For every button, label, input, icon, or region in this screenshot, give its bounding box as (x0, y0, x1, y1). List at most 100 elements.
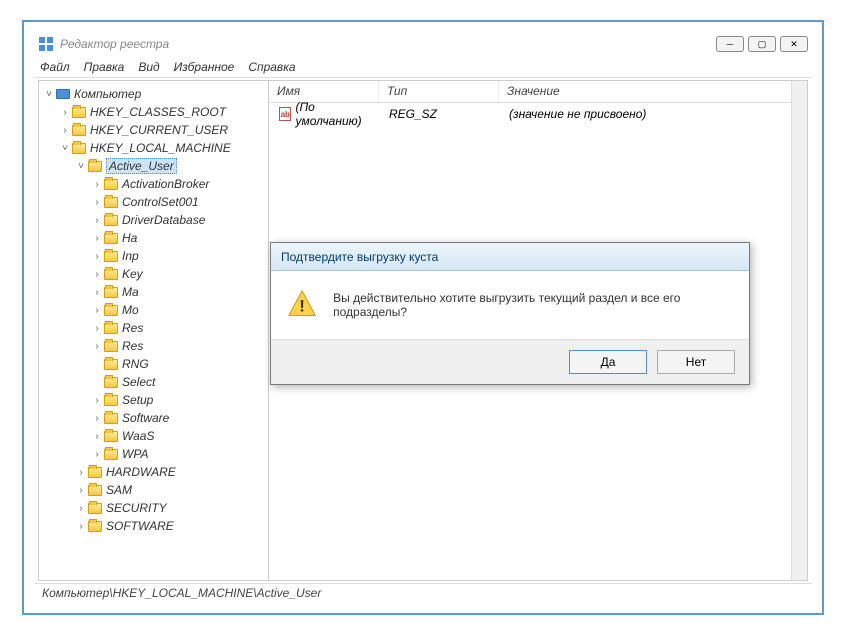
chevron-right-icon[interactable]: › (75, 521, 87, 532)
chevron-right-icon[interactable]: › (91, 341, 103, 352)
window-title: Редактор реестра (60, 37, 716, 51)
tree-node[interactable]: ›Res (39, 337, 268, 355)
dialog-body: ! Вы действительно хотите выгрузить теку… (271, 271, 749, 339)
tree-node-software[interactable]: ›SOFTWARE (39, 517, 268, 535)
folder-icon (87, 483, 103, 497)
chevron-right-icon[interactable]: › (75, 467, 87, 478)
chevron-down-icon[interactable]: ˅ (43, 89, 55, 100)
tree-node-hkcr[interactable]: ›HKEY_CLASSES_ROOT (39, 103, 268, 121)
folder-icon (103, 393, 119, 407)
statusbar: Компьютер\HKEY_LOCAL_MACHINE\Active_User (34, 583, 812, 603)
chevron-right-icon[interactable]: › (91, 197, 103, 208)
chevron-down-icon[interactable]: ˅ (59, 143, 71, 154)
tree-node[interactable]: ›Key (39, 265, 268, 283)
chevron-right-icon[interactable]: › (91, 287, 103, 298)
tree-node[interactable]: ›Mo (39, 301, 268, 319)
close-button[interactable]: ✕ (780, 36, 808, 52)
dialog-message: Вы действительно хотите выгрузить текущи… (333, 291, 733, 319)
folder-icon (103, 213, 119, 227)
tree-node-sam[interactable]: ›SAM (39, 481, 268, 499)
tree-node-computer[interactable]: ˅ Компьютер (39, 85, 268, 103)
folder-icon (103, 321, 119, 335)
chevron-right-icon[interactable]: › (91, 395, 103, 406)
col-header-value[interactable]: Значение (499, 81, 807, 102)
chevron-right-icon[interactable]: › (75, 503, 87, 514)
folder-icon (87, 159, 103, 173)
menu-favorites[interactable]: Избранное (174, 60, 235, 74)
menu-edit[interactable]: Правка (84, 60, 125, 74)
maximize-button[interactable]: ▢ (748, 36, 776, 52)
tree-node[interactable]: ›WPA (39, 445, 268, 463)
folder-icon (103, 231, 119, 245)
tree-node[interactable]: ›ControlSet001 (39, 193, 268, 211)
chevron-right-icon[interactable]: › (59, 125, 71, 136)
chevron-right-icon[interactable]: › (91, 215, 103, 226)
folder-icon (103, 267, 119, 281)
menubar: Файл Правка Вид Избранное Справка (34, 56, 812, 78)
folder-icon (103, 303, 119, 317)
chevron-right-icon[interactable]: › (91, 251, 103, 262)
folder-icon (103, 357, 119, 371)
folder-icon (103, 375, 119, 389)
tree-pane[interactable]: ˅ Компьютер ›HKEY_CLASSES_ROOT ›HKEY_CUR… (39, 81, 269, 580)
chevron-right-icon[interactable]: › (91, 323, 103, 334)
tree-node-security[interactable]: ›SECURITY (39, 499, 268, 517)
tree-node[interactable]: ›DriverDatabase (39, 211, 268, 229)
col-header-name[interactable]: Имя (269, 81, 379, 102)
tree-node[interactable]: Select (39, 373, 268, 391)
chevron-right-icon[interactable]: › (91, 431, 103, 442)
tree-node[interactable]: ›Inp (39, 247, 268, 265)
folder-icon (103, 249, 119, 263)
tree-node-hardware[interactable]: ›HARDWARE (39, 463, 268, 481)
chevron-right-icon[interactable]: › (91, 179, 103, 190)
tree-node[interactable]: ›Ma (39, 283, 268, 301)
svg-text:!: ! (299, 297, 305, 316)
chevron-right-icon[interactable]: › (91, 305, 103, 316)
chevron-right-icon[interactable]: › (91, 413, 103, 424)
chevron-right-icon[interactable]: › (75, 485, 87, 496)
titlebar: Редактор реестра ─ ▢ ✕ (34, 32, 812, 56)
chevron-right-icon[interactable]: › (91, 269, 103, 280)
tree-node[interactable]: ›WaaS (39, 427, 268, 445)
tree-node[interactable]: ›Ha (39, 229, 268, 247)
tree-node-hkcu[interactable]: ›HKEY_CURRENT_USER (39, 121, 268, 139)
tree-node[interactable]: ›Res (39, 319, 268, 337)
warning-icon: ! (287, 289, 317, 321)
folder-icon (71, 141, 87, 155)
window-controls: ─ ▢ ✕ (716, 36, 808, 52)
chevron-down-icon[interactable]: ˅ (75, 161, 87, 172)
folder-icon (103, 285, 119, 299)
no-button[interactable]: Нет (657, 350, 735, 374)
dialog-footer: Да Нет (271, 339, 749, 384)
folder-icon (103, 429, 119, 443)
menu-file[interactable]: Файл (40, 60, 70, 74)
vertical-scrollbar[interactable] (791, 81, 807, 580)
chevron-right-icon[interactable]: › (91, 449, 103, 460)
folder-icon (71, 123, 87, 137)
list-row[interactable]: ab(По умолчанию) REG_SZ (значение не при… (271, 105, 805, 123)
tree-node[interactable]: ›Setup (39, 391, 268, 409)
folder-icon (71, 105, 87, 119)
folder-icon (87, 465, 103, 479)
tree-node[interactable]: ›ActivationBroker (39, 175, 268, 193)
menu-view[interactable]: Вид (138, 60, 159, 74)
string-value-icon: ab (279, 107, 291, 121)
tree-node-hklm[interactable]: ˅HKEY_LOCAL_MACHINE (39, 139, 268, 157)
minimize-button[interactable]: ─ (716, 36, 744, 52)
folder-icon (87, 501, 103, 515)
dialog-title: Подтвердите выгрузку куста (271, 243, 749, 271)
menu-help[interactable]: Справка (248, 60, 295, 74)
chevron-right-icon[interactable]: › (91, 233, 103, 244)
yes-button[interactable]: Да (569, 350, 647, 374)
computer-icon (55, 87, 71, 101)
folder-icon (87, 519, 103, 533)
tree-node[interactable]: RNG (39, 355, 268, 373)
chevron-right-icon[interactable]: › (59, 107, 71, 118)
tree-node-active-user[interactable]: ˅Active_User (39, 157, 268, 175)
tree-node[interactable]: ›Software (39, 409, 268, 427)
folder-icon (103, 411, 119, 425)
col-header-type[interactable]: Тип (379, 81, 499, 102)
folder-icon (103, 195, 119, 209)
confirm-dialog: Подтвердите выгрузку куста ! Вы действит… (270, 242, 750, 385)
folder-icon (103, 339, 119, 353)
